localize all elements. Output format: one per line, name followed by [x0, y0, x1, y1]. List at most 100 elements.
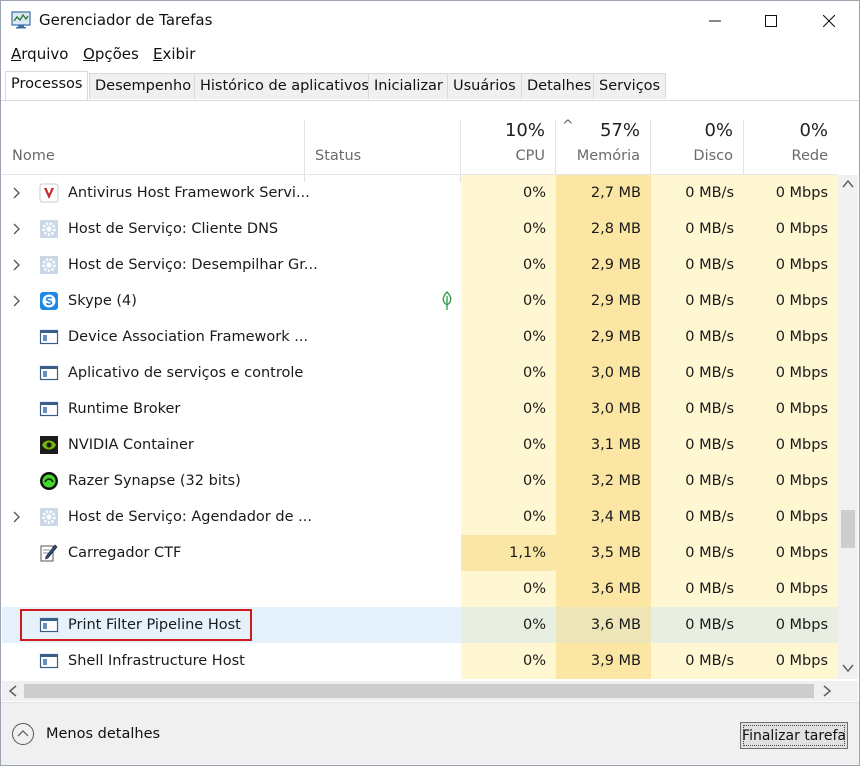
process-row[interactable]: Host de Serviço: Desempilhar Gr... 0% 2,9 …: [2, 247, 838, 283]
vertical-scrollbar[interactable]: [838, 175, 858, 679]
column-header-name[interactable]: Nome: [2, 120, 305, 182]
title-bar: Gerenciador de Tarefas: [1, 1, 859, 41]
process-memory: 2,9 MB: [556, 319, 651, 355]
less-details-toggle[interactable]: Menos detalhes: [11, 721, 160, 747]
task-manager-app-icon: [11, 11, 31, 29]
menu-arquivo[interactable]: Arquivo: [11, 45, 68, 63]
network-total-percent: 0%: [799, 120, 828, 141]
maximize-button[interactable]: [743, 1, 799, 41]
process-network: 0 Mbps: [744, 499, 838, 535]
menu-exibir[interactable]: Exibir: [153, 45, 195, 63]
process-network: 0 Mbps: [744, 319, 838, 355]
tab-bar: Processos Desempenho Histórico de aplica…: [1, 71, 859, 101]
process-name: Aplicativo de serviços e controle: [68, 365, 304, 381]
process-cpu: 0%: [461, 319, 556, 355]
scroll-left-arrow-icon[interactable]: [8, 685, 18, 697]
footer-bar: Menos detalhes Finalizar tarefa: [1, 702, 859, 765]
process-grid: Nome Status 10% CPU ^ 57% Memória 0% Dis…: [2, 102, 858, 679]
process-cpu: 0%: [461, 175, 556, 211]
scroll-down-arrow-icon[interactable]: [842, 663, 854, 673]
chevron-right-icon[interactable]: [12, 510, 22, 524]
column-header-cpu[interactable]: 10% CPU: [461, 120, 556, 182]
process-memory: 3,6 MB: [556, 571, 651, 607]
process-row[interactable]: Skype (4) 0% 2,9 MB 0 MB/s 0 Mbps: [2, 283, 838, 319]
nvidia-icon: [40, 436, 58, 454]
process-cpu: 0%: [461, 643, 556, 679]
chevron-right-icon[interactable]: [12, 294, 22, 308]
leaf-icon: [442, 291, 452, 310]
process-memory: 3,9 MB: [556, 643, 651, 679]
process-name: Host de Serviço: Agendador de ...: [68, 509, 312, 525]
tab-desempenho[interactable]: Desempenho: [89, 73, 198, 99]
gear-icon: [40, 256, 58, 274]
column-header-status[interactable]: Status: [305, 120, 461, 182]
horizontal-scroll-thumb[interactable]: [24, 684, 814, 698]
menu-opcoes[interactable]: Opções: [83, 45, 139, 63]
tab-inicializar[interactable]: Inicializar: [368, 73, 449, 99]
process-row[interactable]: Antivirus Host Framework Servi... 0% 2,7 M…: [2, 175, 838, 211]
process-memory: 3,2 MB: [556, 463, 651, 499]
cpu-total-percent: 10%: [504, 120, 545, 141]
process-row[interactable]: Host de Serviço: Cliente DNS 0% 2,8 MB 0 MB…: [2, 211, 838, 247]
tab-usuarios[interactable]: Usuários: [447, 73, 522, 99]
column-header-disk[interactable]: 0% Disco: [651, 120, 744, 182]
close-icon: [823, 15, 835, 27]
process-disk: 0 MB/s: [651, 319, 744, 355]
chevron-right-icon[interactable]: [12, 258, 22, 272]
scroll-right-arrow-icon[interactable]: [822, 685, 832, 697]
column-header-network[interactable]: 0% Rede: [744, 120, 838, 182]
process-network: 0 Mbps: [744, 355, 838, 391]
tab-servicos[interactable]: Serviços: [593, 73, 667, 99]
tab-detalhes[interactable]: Detalhes: [521, 73, 598, 99]
process-disk: 0 MB/s: [651, 175, 744, 211]
process-cpu: 0%: [461, 499, 556, 535]
close-button[interactable]: [801, 1, 857, 41]
end-task-button[interactable]: Finalizar tarefa: [740, 722, 848, 749]
tab-processos[interactable]: Processos: [5, 71, 89, 100]
process-name: NVIDIA Container: [68, 437, 194, 453]
shield-icon: [39, 183, 59, 203]
process-row[interactable]: Host de Serviço: Agendador de ... 0% 3,4 M…: [2, 499, 838, 535]
process-memory: 2,9 MB: [556, 283, 651, 319]
window-app-icon: [39, 329, 59, 345]
process-cpu: 0%: [461, 211, 556, 247]
process-name: Razer Synapse (32 bits): [68, 473, 241, 489]
process-disk: 0 MB/s: [651, 247, 744, 283]
scroll-up-arrow-icon[interactable]: [842, 179, 854, 189]
maximize-icon: [765, 15, 777, 27]
process-row[interactable]: Shell Infrastructure Host 0% 3,9 MB 0 MB/s 0…: [2, 643, 838, 679]
menu-bar: Arquivo Opções Exibir: [1, 43, 859, 65]
process-name: Device Association Framework ...: [68, 329, 309, 345]
column-header-memory[interactable]: ^ 57% Memória: [556, 118, 651, 182]
process-network: 0 Mbps: [744, 211, 838, 247]
process-row[interactable]: Carregador CTF 1,1% 3,5 MB 0 MB/s 0 Mbps: [2, 535, 838, 571]
chevron-right-icon[interactable]: [12, 186, 22, 200]
process-name: Antivirus Host Framework Servi...: [68, 185, 310, 201]
vertical-scroll-thumb[interactable]: [841, 510, 855, 548]
process-row[interactable]: Device Association Framework ... 0% 2,9 MB…: [2, 319, 838, 355]
process-memory: 2,9 MB: [556, 247, 651, 283]
process-disk: 0 MB/s: [651, 499, 744, 535]
process-disk: 0 MB/s: [651, 427, 744, 463]
process-row[interactable]: Aplicativo de serviços e controle 0% 3,0 M…: [2, 355, 838, 391]
chevron-right-icon[interactable]: [12, 222, 22, 236]
process-row[interactable]: Runtime Broker 0% 3,0 MB 0 MB/s 0 Mbps: [2, 391, 838, 427]
task-manager-window: Gerenciador de Tarefas Arquivo Opções Ex…: [0, 0, 860, 766]
process-cpu: 0%: [461, 391, 556, 427]
process-row[interactable]: NVIDIA Container 0% 3,1 MB 0 MB/s 0 Mbps: [2, 427, 838, 463]
minimize-button[interactable]: [687, 1, 743, 41]
razer-icon: [40, 472, 58, 490]
process-memory: 3,1 MB: [556, 427, 651, 463]
tab-historico-aplicativos[interactable]: Histórico de aplicativos: [194, 73, 375, 99]
process-cpu: 0%: [461, 283, 556, 319]
process-cpu: 0%: [461, 247, 556, 283]
column-status-label: Status: [315, 148, 362, 164]
horizontal-scrollbar[interactable]: [2, 681, 838, 701]
window-app-icon: [39, 401, 59, 417]
process-cpu: 1,1%: [461, 535, 556, 571]
process-row[interactable]: 0% 3,6 MB 0 MB/s 0 Mbps: [2, 571, 838, 607]
process-name: Carregador CTF: [68, 545, 182, 561]
process-network: 0 Mbps: [744, 607, 838, 643]
memory-column-label: Memória: [576, 148, 640, 164]
process-row[interactable]: Razer Synapse (32 bits) 0% 3,2 MB 0 MB/s 0 M…: [2, 463, 838, 499]
